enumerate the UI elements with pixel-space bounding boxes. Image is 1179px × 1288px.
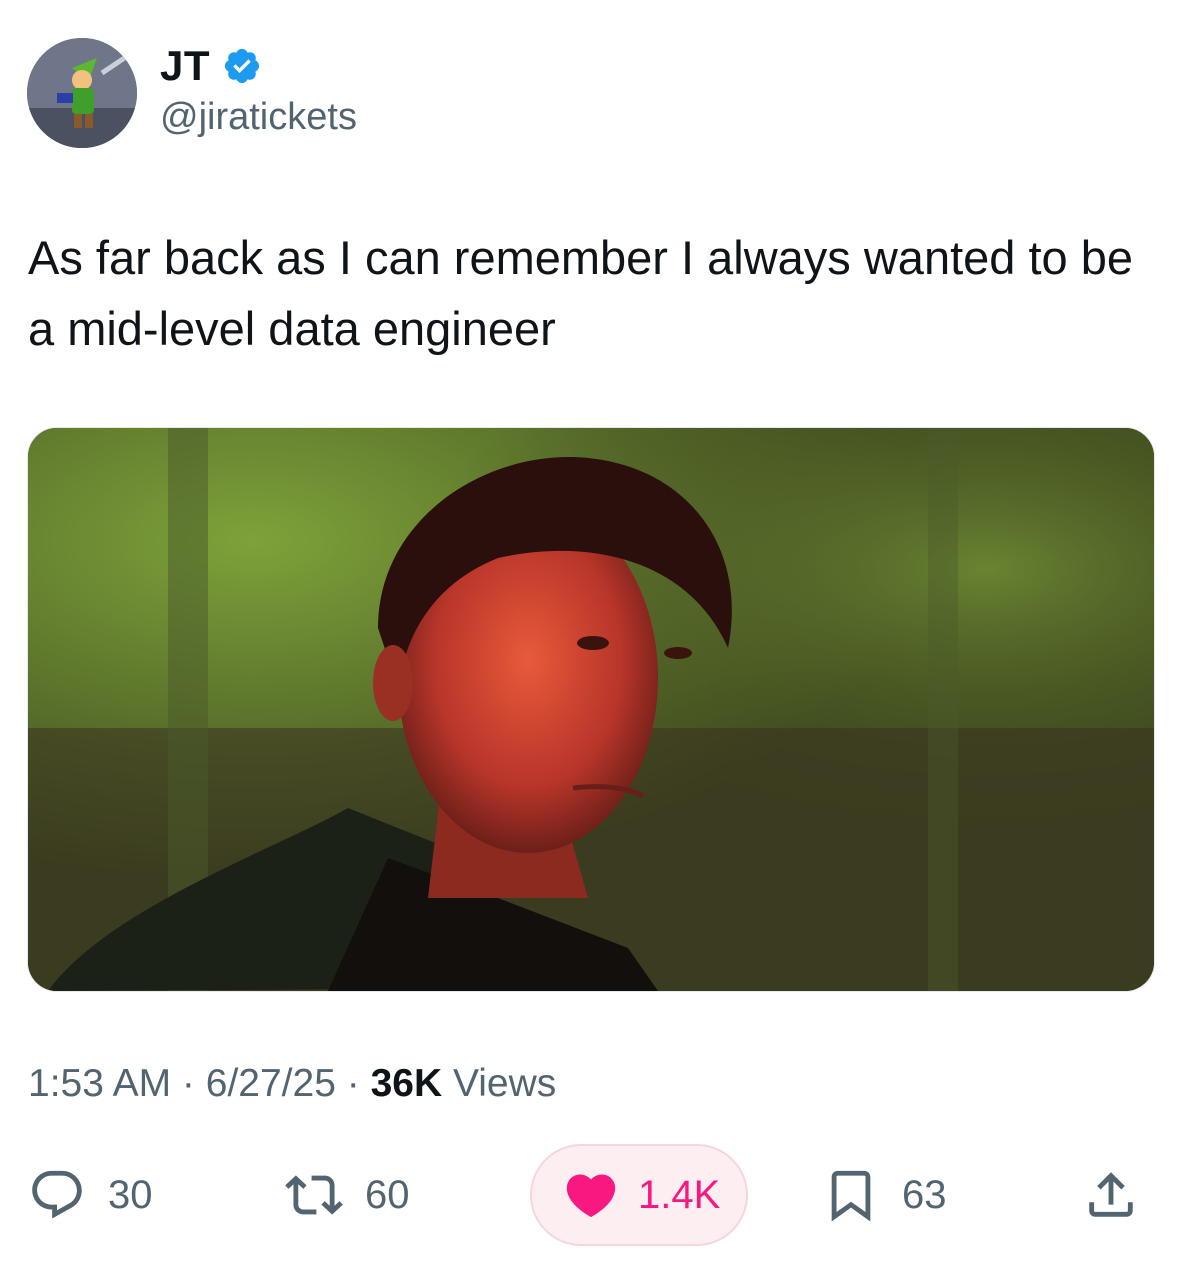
repost-button[interactable]: 60: [285, 1140, 410, 1250]
meta-separator: ·: [171, 1062, 206, 1105]
heart-filled-icon: [566, 1174, 616, 1218]
tweet-actions-bar: 30 60 1.4K 63: [0, 1140, 1179, 1250]
reply-count: 30: [108, 1172, 153, 1217]
tweet-time[interactable]: 1:53 AM: [28, 1062, 171, 1105]
repost-icon: [285, 1175, 343, 1215]
like-count: 1.4K: [638, 1172, 721, 1217]
bookmark-count: 63: [902, 1172, 947, 1217]
verified-badge-icon[interactable]: [222, 46, 262, 86]
tweet-date[interactable]: 6/27/25: [206, 1062, 336, 1105]
tweet-text: As far back as I can remember I always w…: [28, 231, 1134, 355]
tweet-media-photo[interactable]: [27, 427, 1155, 992]
author-handle[interactable]: @jiratickets: [160, 96, 357, 139]
link-character-icon: [27, 38, 137, 148]
share-icon: [1089, 1172, 1133, 1217]
reply-icon: [32, 1170, 82, 1219]
reply-button[interactable]: 30: [28, 1140, 153, 1250]
meta-separator: ·: [335, 1062, 371, 1105]
bookmark-button[interactable]: 63: [822, 1140, 947, 1250]
repost-count: 60: [365, 1172, 410, 1217]
tweet-meta: 1:53 AM · 6/27/25 · 36K Views: [28, 1062, 556, 1106]
views-count: 36K: [370, 1062, 443, 1105]
views-label: Views: [442, 1062, 557, 1105]
display-name[interactable]: JT: [160, 42, 210, 90]
bookmark-icon: [831, 1170, 871, 1222]
avatar[interactable]: [27, 38, 137, 148]
like-button-content[interactable]: 1.4K: [562, 1140, 720, 1250]
author-name-row: JT: [160, 40, 262, 92]
share-button[interactable]: [1082, 1140, 1140, 1250]
man-in-forest-photo: [28, 428, 1154, 991]
